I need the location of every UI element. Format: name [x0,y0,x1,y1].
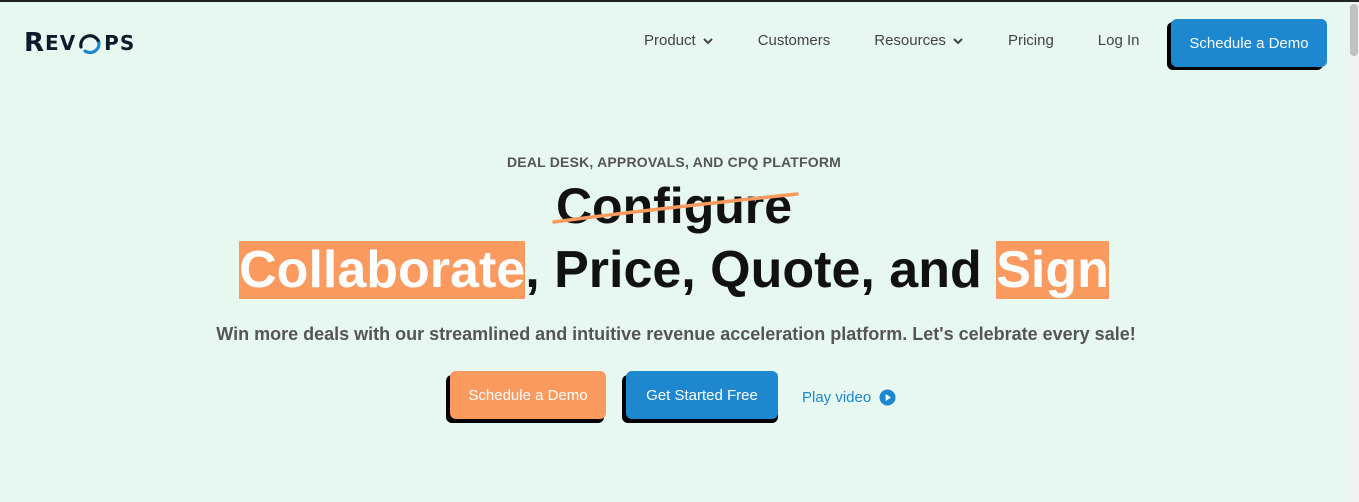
hero-eyebrow: DEAL DESK, APPROVALS, AND CPQ PLATFORM [506,154,842,170]
headline-highlight-sign: Sign [996,241,1109,299]
revops-logo[interactable]: R EV PS [24,28,135,58]
nav-login[interactable]: Log In [1098,32,1140,49]
nav-product[interactable]: Product [644,32,714,49]
get-started-free-button[interactable]: Get Started Free [626,371,778,419]
main-nav: Product Customers Resources Pricing Log … [644,32,1140,49]
logo-text-ev: EV [45,31,77,55]
chevron-down-icon [953,37,963,44]
logo-text-ps: PS [104,31,136,55]
hero-subtitle: Win more deals with our streamlined and … [216,324,1136,344]
logo-o-icon [79,34,101,55]
scrollbar-thumb[interactable] [1350,4,1358,56]
nav-customers-label: Customers [757,32,831,49]
header-schedule-demo-button[interactable]: Schedule a Demo [1171,19,1327,67]
logo-text-rev: R [24,28,46,58]
nav-pricing-label: Pricing [1007,32,1054,49]
play-circle-icon [879,389,896,406]
struck-word-text: Configure [555,178,793,234]
hero-headline: Collaborate, Price, Quote, and Sign [0,238,1348,302]
page-scrollbar[interactable] [1349,2,1359,502]
nav-resources-label: Resources [874,32,946,49]
site-header: R EV PS Product Customers Resources Prici… [0,2,1348,82]
struck-word: Configure [552,176,799,236]
nav-product-label: Product [644,32,696,49]
play-video-label: Play video [802,389,872,406]
headline-highlight-collaborate: Collaborate [239,241,526,299]
nav-customers[interactable]: Customers [758,32,831,49]
headline-middle: , Price, Quote, and [525,241,997,299]
nav-login-label: Log In [1097,32,1140,49]
hero-schedule-demo-button[interactable]: Schedule a Demo [450,371,606,419]
struck-headline-wrap: Configure [0,176,1348,236]
nav-pricing[interactable]: Pricing [1008,32,1054,49]
chevron-down-icon [702,37,713,44]
play-video-link[interactable]: Play video [802,389,896,406]
nav-resources[interactable]: Resources [874,32,964,49]
